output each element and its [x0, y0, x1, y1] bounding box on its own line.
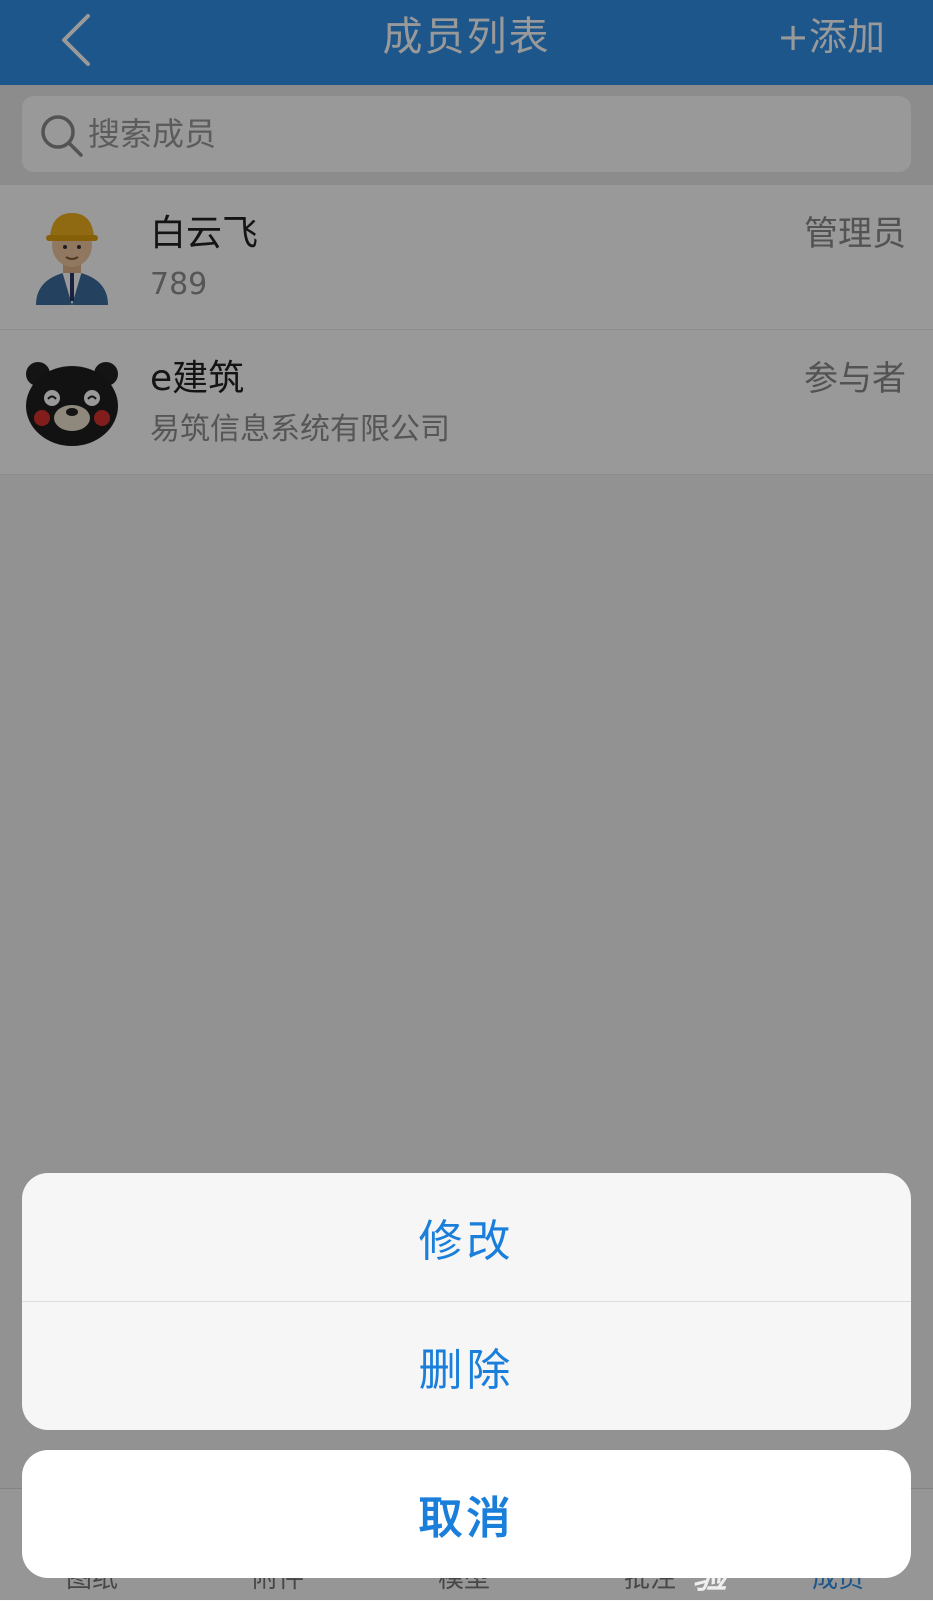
delete-button[interactable]: 删除 — [22, 1302, 911, 1430]
action-sheet: 修改 删除 — [22, 1173, 911, 1430]
edit-button[interactable]: 修改 — [22, 1173, 911, 1302]
watermark-url: jingyan.baidu.com — [726, 1548, 893, 1569]
watermark: Bai du 经验 jingyan.baidu.com — [693, 1500, 893, 1597]
